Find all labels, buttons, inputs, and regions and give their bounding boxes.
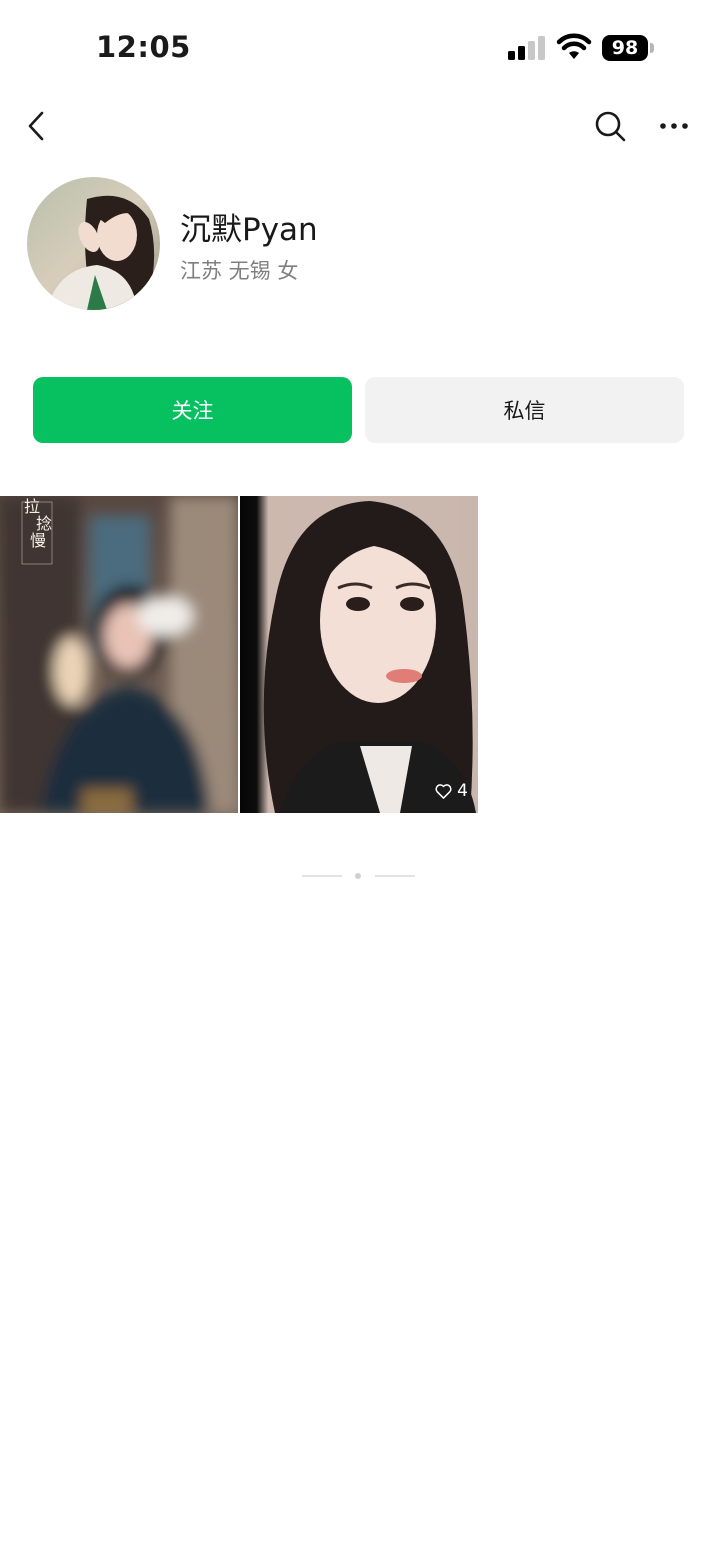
overlay-char: 慢 — [30, 531, 47, 550]
status-bar: 12:05 98 — [0, 0, 717, 96]
avatar-photo — [27, 177, 160, 310]
message-button-label: 私信 — [503, 399, 546, 423]
post-thumbnail[interactable]: 拉 捻 慢 — [0, 496, 238, 813]
more-button[interactable] — [654, 106, 694, 146]
overlay-char: 拉 — [24, 497, 41, 516]
follow-button-label: 关注 — [171, 399, 214, 423]
heart-icon — [435, 783, 452, 799]
like-count: 4 — [457, 781, 468, 801]
post-overlay-text: 拉 捻 慢 — [24, 498, 52, 549]
status-time: 12:05 — [96, 30, 191, 64]
end-of-list-divider — [302, 873, 415, 879]
battery-icon: 98 — [602, 35, 654, 61]
post-thumbnail[interactable]: 4 — [240, 496, 478, 813]
message-button[interactable]: 私信 — [365, 377, 684, 443]
more-horizontal-icon — [660, 123, 688, 129]
post-image — [240, 496, 478, 813]
profile-meta: 江苏 无锡 女 — [180, 259, 299, 283]
overlay-char: 捻 — [36, 514, 53, 533]
battery-level: 98 — [602, 35, 648, 61]
search-button[interactable] — [590, 106, 630, 146]
profile-name: 沉默Pyan — [180, 212, 318, 248]
follow-button[interactable]: 关注 — [33, 377, 352, 443]
battery-cap — [650, 43, 654, 53]
cellular-signal-icon — [508, 36, 545, 60]
search-icon — [595, 111, 626, 142]
avatar[interactable] — [27, 177, 160, 310]
chevron-left-icon — [28, 111, 44, 141]
back-button[interactable] — [18, 106, 58, 146]
wifi-icon — [556, 33, 592, 59]
like-badge: 4 — [435, 781, 468, 801]
